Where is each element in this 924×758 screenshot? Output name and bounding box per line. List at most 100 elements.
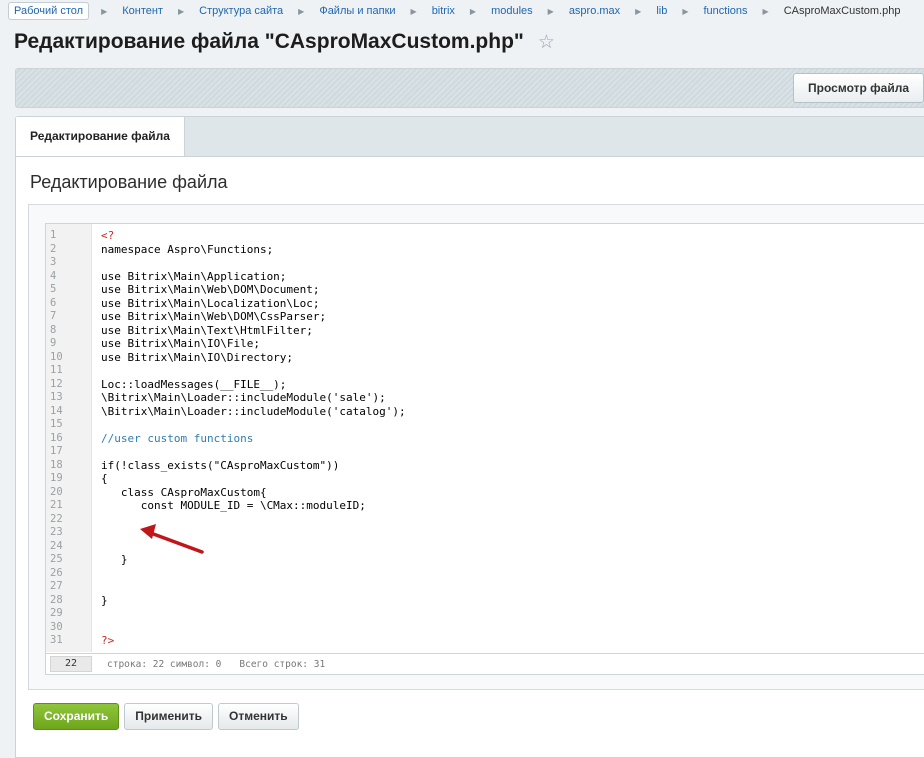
code-line[interactable]: 31 ?> (46, 634, 924, 648)
breadcrumb-item-desktop[interactable]: Рабочий стол (8, 2, 90, 20)
code-line[interactable]: 14 \Bitrix\Main\Loader::includeModule('ca… (46, 405, 924, 419)
line-number: 6 (50, 296, 57, 309)
favorite-star-icon[interactable]: ☆ (538, 31, 555, 54)
tab-edit-file[interactable]: Редактирование файла (16, 117, 185, 156)
line-number: 14 (50, 404, 63, 417)
tab-bar: Редактирование файла (15, 116, 924, 157)
line-number: 19 (50, 472, 63, 484)
line-number: 22 (50, 512, 63, 525)
section-title: Редактирование файла (30, 172, 228, 192)
line-number: 12 (50, 377, 63, 390)
code-line[interactable]: 27 (46, 580, 924, 594)
code-text: if(!class_exists("CAsproMaxCustom")) (101, 458, 340, 472)
code-text: } (101, 553, 128, 566)
code-line[interactable]: 8 use Bitrix\Main\Text\HtmlFilter; (46, 324, 924, 338)
breadcrumb-item-site-structure[interactable]: Структура сайта (196, 5, 286, 17)
code-text: <? (101, 229, 115, 242)
line-number: 31 (50, 634, 63, 646)
breadcrumb-item-aspro-max[interactable]: aspro.max (566, 5, 623, 17)
code-line[interactable]: 4 use Bitrix\Main\Application; (46, 270, 924, 284)
breadcrumb-separator-icon: ▶ (177, 6, 185, 16)
line-number: 16 (50, 431, 63, 444)
line-number: 10 (50, 350, 63, 363)
breadcrumb-item-files-folders[interactable]: Файлы и папки (316, 5, 398, 17)
breadcrumb-separator-icon: ▶ (298, 6, 305, 16)
breadcrumb: Рабочий стол ▶ Контент ▶ Структура сайта… (8, 0, 903, 22)
editor-frame: 1 <? 2 namespace Aspro\Functions; 3 4 use Bitr… (28, 204, 924, 690)
breadcrumb-separator-icon: ▶ (469, 6, 477, 16)
breadcrumb-item-functions[interactable]: functions (701, 5, 751, 17)
code-line[interactable]: 6 use Bitrix\Main\Localization\Loc; (46, 297, 924, 311)
save-button[interactable]: Сохранить (33, 703, 120, 730)
line-number: 3 (50, 256, 57, 268)
code-text: use Bitrix\Main\Web\DOM\CssParser; (101, 310, 327, 323)
code-line[interactable]: 26 (46, 567, 924, 581)
code-line[interactable]: 11 (46, 364, 924, 378)
breadcrumb-item-lib[interactable]: lib (653, 5, 670, 17)
breadcrumb-separator-icon: ▶ (635, 6, 642, 16)
code-line[interactable]: 30 (46, 621, 924, 635)
breadcrumb-separator-icon: ▶ (547, 6, 554, 16)
line-number: 26 (50, 566, 63, 579)
line-number: 15 (50, 418, 63, 430)
code-text: use Bitrix\Main\Web\DOM\Document; (101, 283, 320, 296)
code-line[interactable]: 5 use Bitrix\Main\Web\DOM\Document; (46, 283, 924, 297)
code-text: } (101, 593, 108, 607)
line-number: 25 (50, 553, 63, 565)
breadcrumb-item-modules[interactable]: modules (488, 5, 536, 17)
code-text: { (101, 472, 108, 485)
code-line[interactable]: 10 use Bitrix\Main\IO\Directory; (46, 351, 924, 365)
annotation-arrow-icon (140, 524, 204, 554)
content-panel: Редактирование файла 1 <? 2 namespace Aspro… (15, 156, 924, 758)
code-text: Loc::loadMessages(__FILE__); (101, 377, 287, 391)
breadcrumb-item-bitrix[interactable]: bitrix (429, 5, 458, 17)
code-line[interactable]: 28} (46, 594, 924, 608)
code-lines[interactable]: 1 <? 2 namespace Aspro\Functions; 3 4 use Bitr… (46, 229, 924, 648)
line-number: 27 (50, 580, 63, 592)
preview-file-button[interactable]: Просмотр файла (793, 73, 924, 103)
editor-statusbar: 22 строка: 22 символ: 0 Всего строк: 31 (46, 653, 924, 674)
code-line[interactable]: 2 namespace Aspro\Functions; (46, 243, 924, 257)
line-number: 20 (50, 485, 63, 498)
code-line[interactable]: 29 (46, 607, 924, 621)
code-line[interactable]: 3 (46, 256, 924, 270)
page-title-text: Редактирование файла "CAsproMaxCustom.ph… (14, 30, 524, 53)
line-number: 29 (50, 607, 63, 619)
code-line[interactable]: 18 if(!class_exists("CAsproMaxCustom")) (46, 459, 924, 473)
cancel-button[interactable]: Отменить (218, 703, 299, 730)
code-line[interactable]: 19 { (46, 472, 924, 486)
line-number: 28 (50, 593, 63, 606)
code-line[interactable]: 1 <? (46, 229, 924, 243)
form-buttons: Сохранить Применить Отменить (33, 703, 299, 730)
code-text: \Bitrix\Main\Loader::includeModule('cata… (101, 404, 406, 418)
breadcrumb-separator-icon: ▶ (762, 6, 769, 16)
breadcrumb-item-content[interactable]: Контент (119, 5, 166, 17)
code-line[interactable]: 17 (46, 445, 924, 459)
code-line[interactable]: 7 use Bitrix\Main\Web\DOM\CssParser; (46, 310, 924, 324)
apply-button[interactable]: Применить (124, 703, 214, 730)
code-line[interactable]: 9 use Bitrix\Main\IO\File; (46, 337, 924, 351)
line-number: 5 (50, 283, 57, 295)
code-line[interactable]: 13 \Bitrix\Main\Loader::includeModule('sa… (46, 391, 924, 405)
line-number: 4 (50, 269, 57, 282)
code-line[interactable]: 15 (46, 418, 924, 432)
code-line[interactable]: 16 //user custom functions (46, 432, 924, 446)
current-line-field[interactable]: 22 (50, 656, 92, 672)
line-number: 2 (50, 242, 57, 255)
code-text: use Bitrix\Main\Localization\Loc; (101, 296, 320, 310)
code-line[interactable]: 12 Loc::loadMessages(__FILE__); (46, 378, 924, 392)
code-editor[interactable]: 1 <? 2 namespace Aspro\Functions; 3 4 use Bitr… (45, 223, 924, 675)
line-number: 18 (50, 458, 63, 471)
code-text: use Bitrix\Main\Text\HtmlFilter; (101, 323, 313, 337)
line-number: 17 (50, 445, 63, 457)
